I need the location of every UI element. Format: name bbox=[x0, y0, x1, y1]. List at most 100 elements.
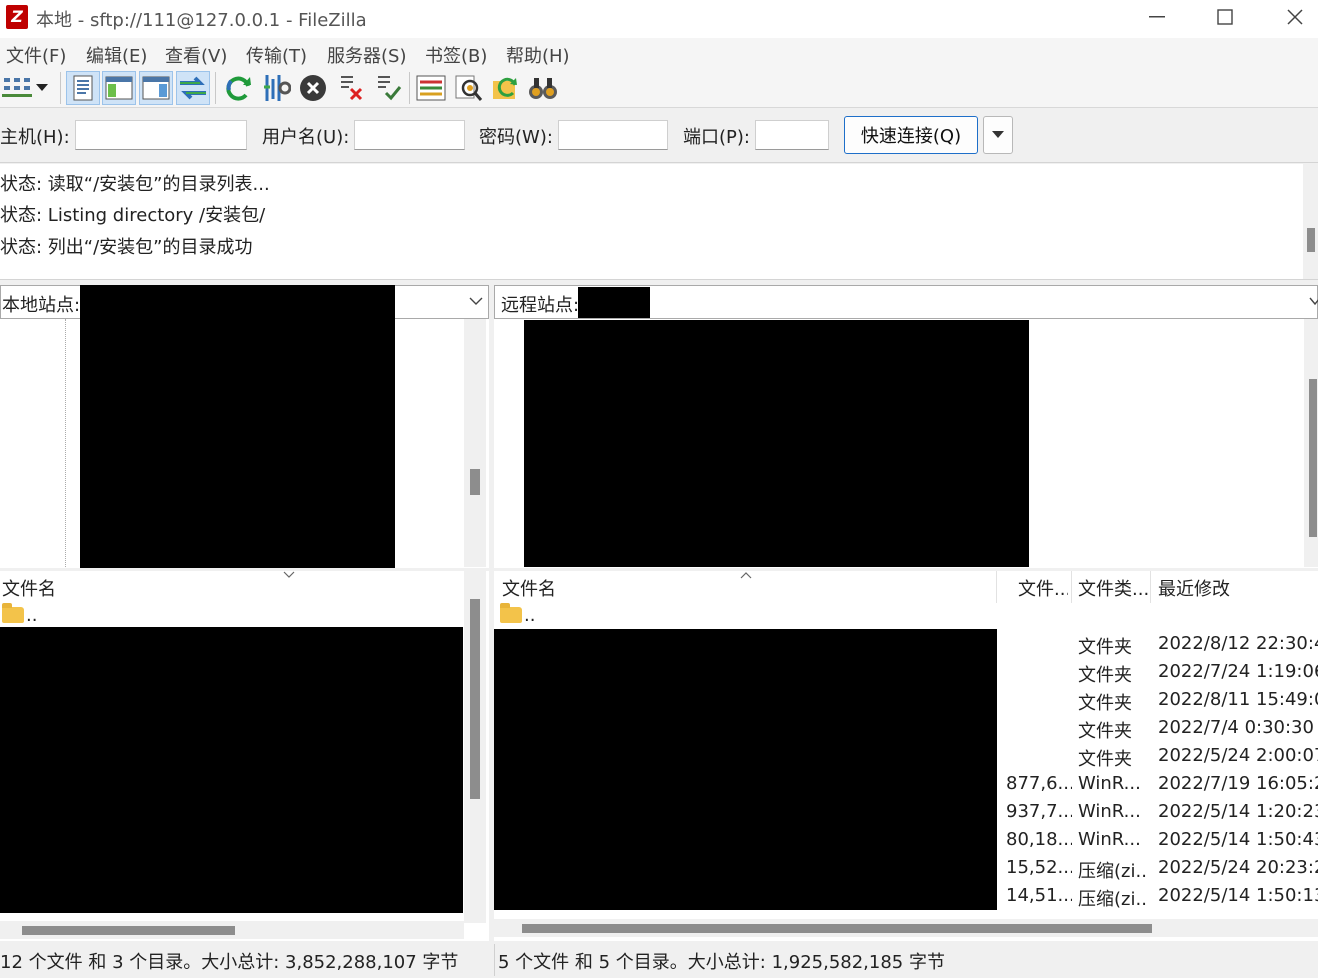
quickconnect-bar: 主机(H): 用户名(U): 密码(W): 端口(P): 快速连接(Q) bbox=[0, 109, 1318, 163]
refresh-button[interactable] bbox=[221, 71, 255, 105]
tree-guide-line bbox=[65, 319, 66, 567]
remote-list-header: 文件名 文件... 文件类... 最近修改 bbox=[494, 571, 1318, 603]
log-scrollbar[interactable] bbox=[1303, 164, 1318, 279]
scrollbar-thumb[interactable] bbox=[522, 924, 1152, 933]
minimize-button[interactable] bbox=[1122, 0, 1192, 34]
column-filetype[interactable]: 文件类... bbox=[1078, 575, 1148, 601]
site-manager-button[interactable] bbox=[0, 71, 34, 105]
cell-modified: 2022/5/14 1:50:43 bbox=[1158, 829, 1318, 850]
toggle-log-button[interactable] bbox=[66, 71, 100, 105]
host-label: 主机(H): bbox=[0, 127, 70, 148]
sync-browse-button[interactable] bbox=[489, 71, 523, 105]
toggle-local-tree-icon bbox=[105, 76, 133, 100]
menu-help[interactable]: 帮助(H) bbox=[506, 42, 570, 68]
process-queue-button[interactable] bbox=[259, 71, 293, 105]
directory-compare-button[interactable] bbox=[414, 71, 448, 105]
toggle-local-tree-button[interactable] bbox=[102, 71, 136, 105]
cell-modified: 2022/7/4 0:30:30 bbox=[1158, 717, 1314, 738]
quickconnect-button[interactable]: 快速连接(Q) bbox=[844, 116, 978, 154]
search-button[interactable] bbox=[526, 71, 560, 105]
scrollbar-thumb[interactable] bbox=[470, 469, 480, 495]
maximize-icon bbox=[1217, 9, 1233, 25]
maximize-button[interactable] bbox=[1190, 0, 1260, 34]
column-filename[interactable]: 文件名 bbox=[2, 575, 56, 601]
cancel-button[interactable] bbox=[296, 71, 330, 105]
cell-type: 压缩(zi... bbox=[1078, 889, 1148, 910]
remote-file-list: 文件名 文件... 文件类... 最近修改 .. 文件夹 2022/8/12 2… bbox=[494, 571, 1318, 941]
cell-modified: 2022/5/14 1:20:23 bbox=[1158, 801, 1318, 822]
menu-bar: 文件(F) 编辑(E) 查看(V) 传输(T) 服务器(S) 书签(B) 帮助(… bbox=[0, 38, 1318, 68]
list-item[interactable]: .. bbox=[494, 603, 1318, 631]
reconnect-icon bbox=[378, 76, 402, 101]
column-filesize[interactable]: 文件... bbox=[1018, 575, 1068, 601]
port-input[interactable] bbox=[755, 120, 829, 150]
title-bar: Z 本地 - sftp://111@127.0.0.1 - FileZilla bbox=[0, 0, 1318, 38]
scrollbar-thumb[interactable] bbox=[1307, 228, 1315, 252]
dropdown-arrow-icon bbox=[36, 84, 48, 91]
cell-modified: 2022/7/24 1:19:06 bbox=[1158, 661, 1318, 682]
column-separator bbox=[1150, 571, 1151, 603]
filter-button[interactable] bbox=[452, 71, 486, 105]
local-list-scrollbar[interactable] bbox=[464, 571, 486, 923]
pane-splitter[interactable] bbox=[489, 285, 494, 978]
local-list-hscrollbar[interactable] bbox=[0, 921, 464, 939]
scrollbar-thumb[interactable] bbox=[1309, 379, 1317, 537]
username-input[interactable] bbox=[354, 120, 465, 150]
menu-edit[interactable]: 编辑(E) bbox=[86, 42, 147, 68]
cell-type: WinR... bbox=[1078, 801, 1141, 822]
cell-type: 文件夹 bbox=[1078, 665, 1132, 686]
menu-server[interactable]: 服务器(S) bbox=[327, 42, 406, 68]
port-label: 端口(P): bbox=[683, 127, 750, 148]
column-modified[interactable]: 最近修改 bbox=[1158, 575, 1230, 601]
cell-size: 877,6... bbox=[1006, 773, 1072, 794]
scrollbar-thumb[interactable] bbox=[470, 599, 480, 799]
close-button[interactable] bbox=[1260, 0, 1318, 34]
cell-type: 文件夹 bbox=[1078, 637, 1132, 658]
menu-transfer[interactable]: 传输(T) bbox=[246, 42, 307, 68]
message-log[interactable]: 状态: 读取“/安装包”的目录列表... 状态: Listing directo… bbox=[0, 164, 1318, 280]
local-status-text: 12 个文件 和 3 个目录。大小总计: 3,852,288,107 字节 bbox=[0, 952, 459, 973]
remote-tree-scrollbar[interactable] bbox=[1304, 319, 1318, 567]
disconnect-button[interactable] bbox=[333, 71, 367, 105]
directory-compare-icon bbox=[416, 75, 446, 101]
column-filename[interactable]: 文件名 bbox=[502, 575, 556, 601]
cell-type: 文件夹 bbox=[1078, 693, 1132, 714]
toggle-log-icon bbox=[73, 75, 93, 101]
toolbar-separator bbox=[60, 72, 61, 104]
remote-site-bar[interactable]: 远程站点: bbox=[494, 285, 1318, 319]
cell-type: 文件夹 bbox=[1078, 721, 1132, 742]
local-list-header: 文件名 bbox=[0, 571, 464, 603]
cell-size: 80,18... bbox=[1006, 829, 1072, 850]
remote-status-text: 5 个文件 和 5 个目录。大小总计: 1,925,582,185 字节 bbox=[498, 952, 945, 973]
menu-bookmarks[interactable]: 书签(B) bbox=[425, 42, 487, 68]
toggle-remote-tree-button[interactable] bbox=[139, 71, 173, 105]
site-manager-dropdown[interactable] bbox=[30, 71, 54, 105]
filezilla-logo-icon: Z bbox=[6, 5, 28, 29]
local-tree-scrollbar[interactable] bbox=[464, 319, 486, 567]
toolbar bbox=[0, 68, 1318, 108]
cell-type: WinR... bbox=[1078, 773, 1141, 794]
status-separator bbox=[494, 944, 495, 976]
scrollbar-thumb[interactable] bbox=[22, 926, 235, 935]
cell-modified: 2022/8/11 15:49:0 bbox=[1158, 689, 1318, 710]
menu-file[interactable]: 文件(F) bbox=[6, 42, 66, 68]
parent-dir-label: .. bbox=[26, 605, 38, 626]
process-queue-icon bbox=[264, 75, 291, 101]
cell-modified: 2022/7/19 16:05:2 bbox=[1158, 773, 1318, 794]
window-title: 本地 - sftp://111@127.0.0.1 - FileZilla bbox=[36, 10, 367, 31]
password-input[interactable] bbox=[558, 120, 668, 150]
password-label: 密码(W): bbox=[479, 127, 553, 148]
quickconnect-history-button[interactable] bbox=[983, 116, 1013, 154]
toolbar-separator bbox=[215, 72, 216, 104]
reconnect-button[interactable] bbox=[370, 71, 404, 105]
site-manager-icon bbox=[2, 78, 32, 97]
cell-modified: 2022/8/12 22:30:4 bbox=[1158, 633, 1318, 654]
toggle-queue-button[interactable] bbox=[176, 71, 210, 105]
menu-view[interactable]: 查看(V) bbox=[165, 42, 227, 68]
host-input[interactable] bbox=[75, 120, 247, 150]
folder-icon bbox=[500, 603, 522, 623]
remote-list-hscrollbar[interactable] bbox=[494, 919, 1318, 937]
parent-dir-label: .. bbox=[524, 605, 536, 626]
cell-modified: 2022/5/24 2:00:07 bbox=[1158, 745, 1318, 766]
refresh-icon bbox=[226, 76, 251, 101]
